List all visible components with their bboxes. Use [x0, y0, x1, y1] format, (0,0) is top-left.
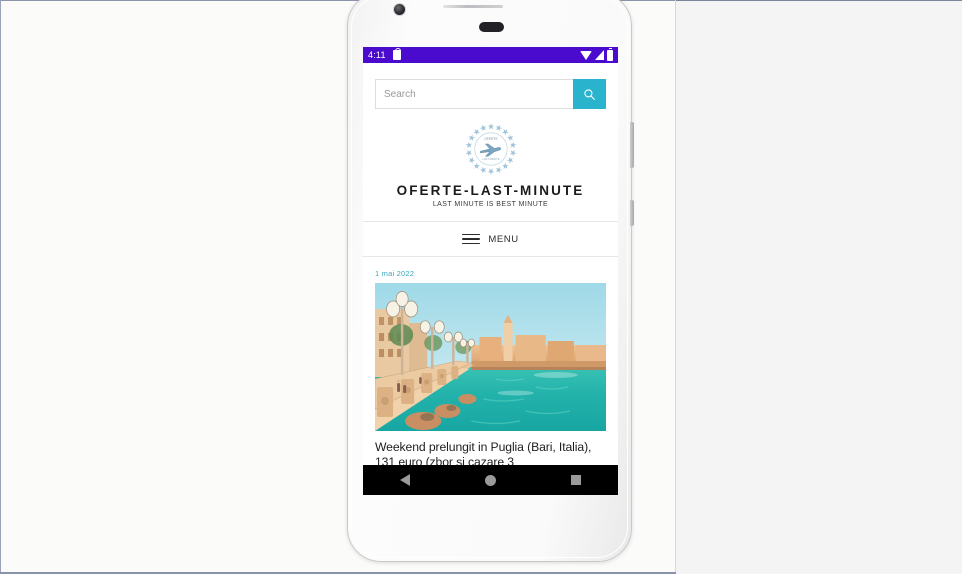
article-card: 1 mai 2022 Weekend prelungit in Puglia (…: [363, 257, 618, 470]
brand-tagline: LAST MINUTE IS BEST MINUTE: [432, 201, 549, 208]
home-circle-icon[interactable]: [484, 474, 496, 486]
background-right-panel: [676, 0, 962, 574]
svg-text:LAST MINUTE: LAST MINUTE: [482, 157, 499, 161]
status-bar: 4:11: [363, 47, 618, 63]
back-triangle-icon[interactable]: [400, 474, 411, 486]
svg-text:OFERTE: OFERTE: [484, 137, 498, 141]
phone-power-button[interactable]: [630, 200, 634, 226]
hamburger-menu-icon: [462, 231, 481, 248]
battery-icon: [607, 47, 613, 61]
menu-toggle[interactable]: MENU: [363, 222, 618, 256]
proximity-sensor-icon: [479, 22, 504, 32]
article-date: 1 mai 2022: [375, 269, 415, 278]
phone-device: 4:11 Search OFERTE LAST MINUTE OFERTE-LA…: [347, 0, 634, 562]
menu-label: MENU: [488, 233, 519, 245]
bari-seafront-promenade-photo[interactable]: [375, 283, 606, 431]
brand-block: OFERTE LAST MINUTE OFERTE-LAST-MINUTE LA…: [363, 109, 618, 208]
page-root: 4:11 Search OFERTE LAST MINUTE OFERTE-LA…: [0, 0, 962, 574]
phone-volume-button[interactable]: [630, 122, 634, 168]
brand-name: OFERTE-LAST-MINUTE: [396, 183, 585, 198]
lock-icon: [392, 48, 401, 60]
phone-screen: 4:11 Search OFERTE LAST MINUTE OFERTE-LA…: [363, 47, 618, 495]
website-viewport: OFERTE LAST MINUTE OFERTE-LAST-MINUTE LA…: [363, 63, 618, 495]
background-divider: [675, 0, 676, 574]
signal-bars-icon: [595, 50, 604, 60]
search-input[interactable]: [375, 79, 573, 109]
airplane-circle-emblem-icon[interactable]: OFERTE LAST MINUTE: [463, 121, 519, 177]
status-icons-group: [580, 47, 613, 61]
earpiece-speaker-icon: [443, 5, 503, 8]
recents-square-icon[interactable]: [570, 475, 581, 485]
status-time: 4:11: [368, 49, 386, 60]
search-row: [375, 79, 606, 109]
search-button[interactable]: [573, 79, 606, 109]
wifi-icon: [580, 50, 592, 60]
camera-dot-icon: [393, 3, 406, 16]
search-icon: [584, 88, 595, 100]
android-nav-bar: [363, 465, 618, 495]
